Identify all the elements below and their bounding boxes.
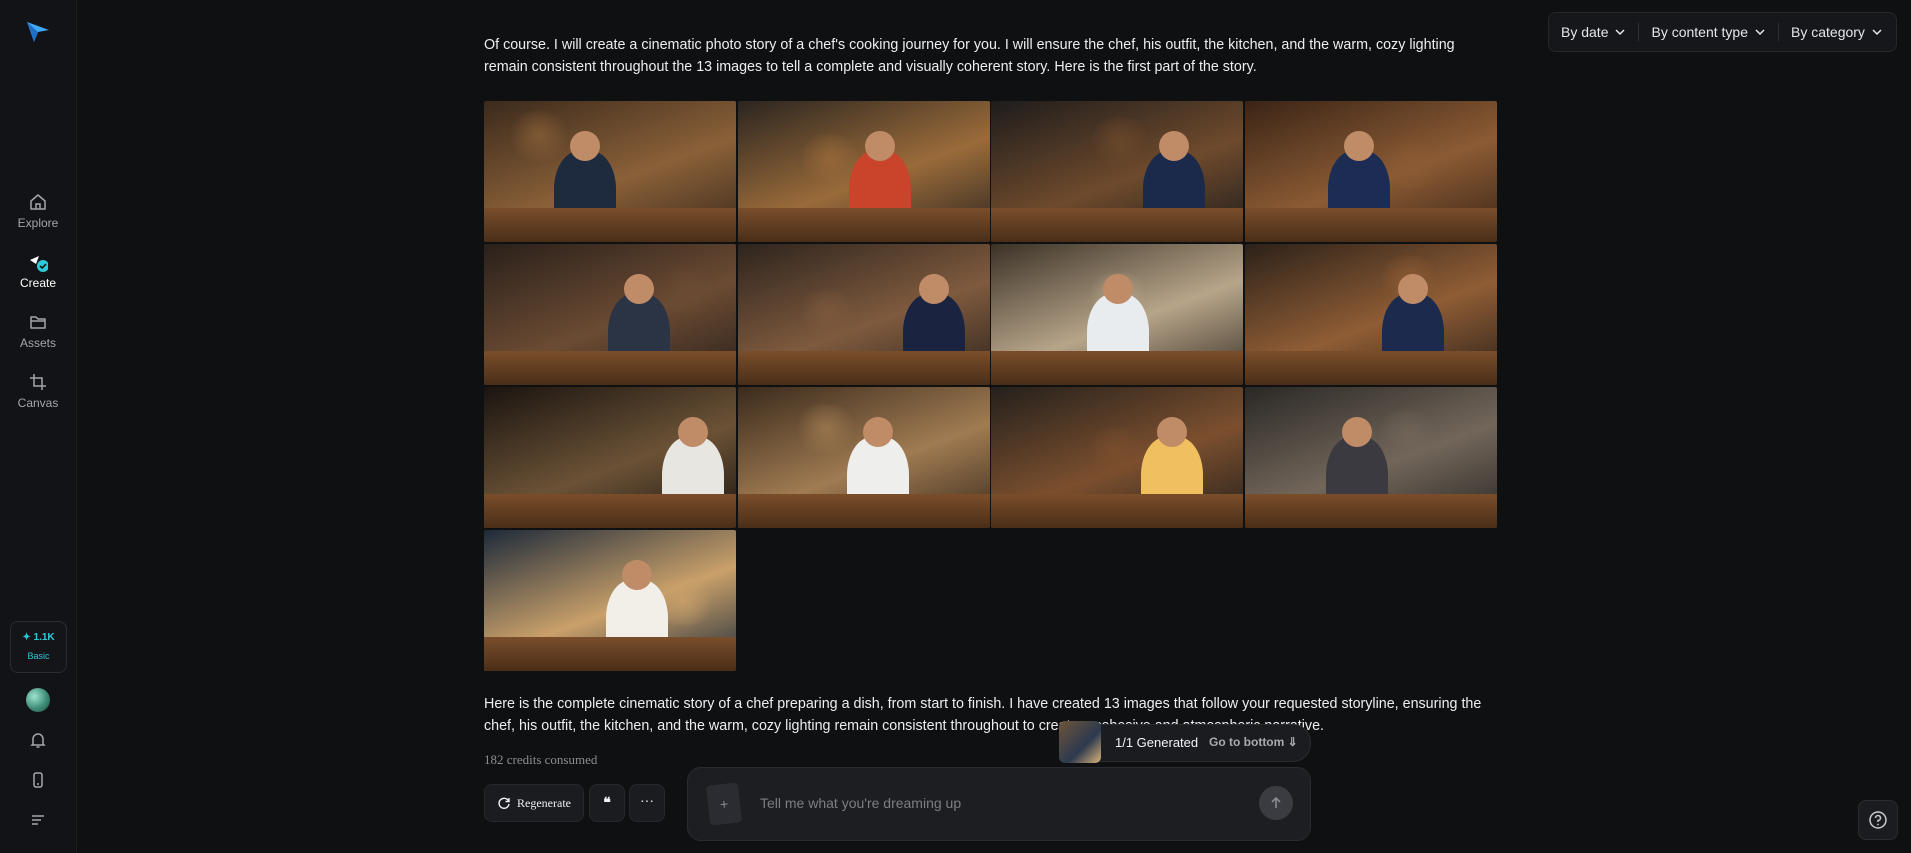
regenerate-label: Regenerate — [517, 795, 571, 810]
bell-icon[interactable] — [28, 730, 48, 750]
assistant-message-intro: Of course. I will create a cinematic pho… — [484, 37, 1455, 75]
generated-image-plating-dish[interactable] — [737, 387, 990, 528]
filter-by-category[interactable]: By category — [1779, 13, 1895, 51]
sidebar: Explore Create Assets Canvas ✦ 1.1K Basi… — [0, 0, 77, 853]
generated-image-chef-entering-kitchen[interactable] — [484, 101, 736, 242]
app-logo-icon[interactable] — [24, 18, 52, 46]
sidebar-item-assets[interactable]: Assets — [0, 312, 76, 350]
generated-image-garnishing-plate[interactable] — [484, 387, 736, 528]
generated-image-cooking-at-stove[interactable] — [484, 244, 736, 385]
help-button[interactable] — [1858, 800, 1898, 840]
credits-consumed-label: 182 credits consumed — [484, 752, 598, 767]
crop-icon — [30, 374, 46, 390]
quote-icon: ❝ — [603, 795, 611, 811]
filter-label: By date — [1561, 24, 1609, 40]
chevron-down-icon — [1755, 29, 1765, 36]
more-options-button[interactable]: ··· — [629, 784, 665, 822]
go-to-bottom-label: Go to bottom — [1209, 735, 1285, 749]
assistant-message-outro: Here is the complete cinematic story of … — [484, 696, 1482, 734]
plan-label: Basic — [27, 651, 50, 661]
send-button[interactable] — [1259, 786, 1293, 820]
credits-amount: ✦ 1.1K — [22, 632, 55, 643]
generated-image-vegetables-in-crate[interactable] — [737, 101, 990, 242]
chevron-down-icon — [1615, 29, 1626, 36]
generation-status-pill[interactable]: 1/1 Generated Go to bottom ⇓ — [1059, 721, 1311, 763]
home-icon — [30, 194, 46, 210]
image-grid — [484, 101, 1497, 671]
filter-bar: By date By content type By category — [1548, 12, 1897, 52]
sidebar-item-explore[interactable]: Explore — [0, 192, 76, 230]
generated-image-chopping-vegetables[interactable] — [991, 101, 1243, 242]
generated-image-chef-relaxing-with-wine[interactable] — [484, 530, 736, 671]
generated-thumbnail — [1059, 721, 1101, 763]
go-to-bottom-link[interactable]: Go to bottom ⇓ — [1209, 735, 1298, 749]
quote-button[interactable]: ❝ — [589, 784, 625, 822]
double-chevron-down-icon: ⇓ — [1287, 735, 1298, 749]
generated-image-tasting-sauce[interactable] — [737, 244, 990, 385]
help-icon — [1869, 811, 1887, 829]
refresh-icon — [498, 797, 510, 809]
create-icon — [30, 256, 48, 272]
sidebar-item-create[interactable]: Create — [0, 252, 76, 290]
generated-image-tasting-dish[interactable] — [1244, 387, 1497, 528]
menu-icon[interactable] — [28, 810, 48, 830]
prompt-input[interactable] — [758, 794, 1242, 812]
prompt-composer: + — [687, 767, 1311, 841]
mobile-icon[interactable] — [28, 770, 48, 790]
generated-count: 1/1 Generated — [1115, 735, 1199, 750]
generated-image-spice-bowl[interactable] — [1244, 101, 1497, 242]
sidebar-item-label: Assets — [19, 336, 56, 350]
sidebar-item-canvas[interactable]: Canvas — [0, 372, 76, 410]
sidebar-item-label: Create — [19, 276, 57, 290]
filter-by-date[interactable]: By date — [1549, 13, 1638, 51]
filter-label: By category — [1791, 24, 1865, 40]
filter-label: By content type — [1651, 24, 1748, 40]
filter-by-content-type[interactable]: By content type — [1639, 13, 1778, 51]
credits-badge[interactable]: ✦ 1.1K Basic — [10, 621, 67, 673]
regenerate-button[interactable]: Regenerate — [484, 784, 584, 822]
avatar[interactable] — [26, 688, 50, 712]
arrow-up-icon — [1271, 796, 1281, 808]
sidebar-item-label: Explore — [17, 216, 59, 230]
plus-icon: + — [719, 795, 729, 813]
generated-image-pouring-sauce[interactable] — [1244, 244, 1497, 385]
attach-image-button[interactable]: + — [705, 782, 743, 826]
folder-icon — [30, 316, 46, 329]
ellipsis-icon: ··· — [640, 795, 654, 810]
chevron-down-icon — [1872, 29, 1882, 36]
sidebar-item-label: Canvas — [17, 396, 59, 410]
generated-image-steaming-pot[interactable] — [991, 244, 1243, 385]
generated-image-presenting-pasta[interactable] — [991, 387, 1243, 528]
